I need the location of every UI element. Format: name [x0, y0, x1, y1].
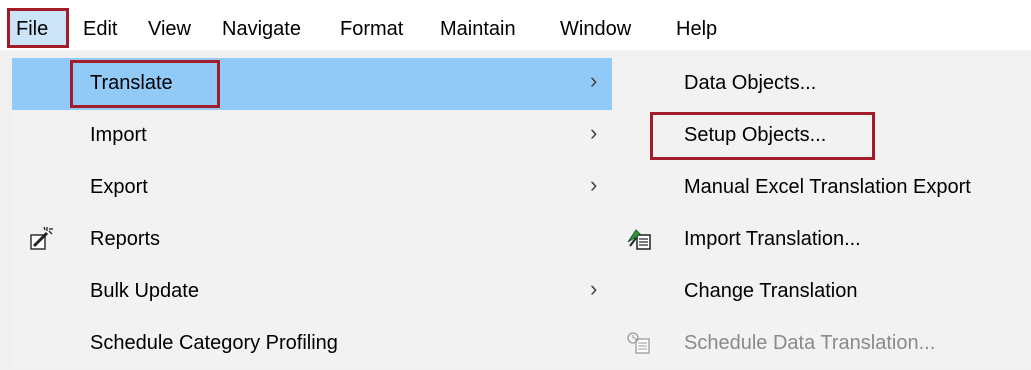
chevron-right-icon: › [590, 276, 598, 301]
menu-navigate[interactable]: Navigate [222, 10, 301, 48]
translate-submenu: Data Objects... Setup Objects... Manual … [612, 58, 1031, 366]
menu-view[interactable]: View [148, 10, 191, 48]
submenu-item-import-translation[interactable]: Import Translation... [612, 214, 1031, 266]
import-translation-label: Import Translation... [684, 228, 861, 250]
submenu-item-schedule-data-translation[interactable]: Schedule Data Translation... [612, 318, 1031, 370]
schedule-category-profiling-label: Schedule Category Profiling [90, 332, 338, 354]
file-menu-item-bulk-update[interactable]: Bulk Update › [12, 266, 612, 318]
export-label: Export [90, 176, 148, 198]
data-objects-label: Data Objects... [684, 72, 817, 94]
menu-file[interactable]: File [16, 10, 48, 48]
menu-bar: File Edit View Navigate Format Maintain … [0, 0, 1031, 50]
file-menu-item-import[interactable]: Import › [12, 110, 612, 162]
schedule-translation-icon [627, 332, 650, 354]
setup-objects-callout-box [650, 112, 875, 160]
reports-label: Reports [90, 228, 161, 250]
file-menu-item-reports[interactable]: Reports [12, 214, 612, 266]
schedule-data-translation-label: Schedule Data Translation... [684, 332, 936, 354]
menu-format[interactable]: Format [340, 10, 403, 48]
chevron-right-icon: › [590, 120, 598, 145]
wand-icon [30, 226, 53, 250]
submenu-item-manual-excel-translation-export[interactable]: Manual Excel Translation Export [612, 162, 1031, 214]
manual-excel-translation-export-label: Manual Excel Translation Export [684, 176, 971, 198]
translate-callout-box [70, 60, 220, 108]
file-menu-item-export[interactable]: Export › [12, 162, 612, 214]
file-menu-item-schedule-category-profiling[interactable]: Schedule Category Profiling [12, 318, 612, 370]
bulk-update-label: Bulk Update [90, 280, 199, 302]
menu-help[interactable]: Help [676, 10, 717, 48]
import-label: Import [90, 124, 147, 146]
file-dropdown-menu: Translate › Import › Export › Reports Bu… [12, 58, 612, 366]
menu-edit[interactable]: Edit [83, 10, 117, 48]
chevron-right-icon: › [590, 68, 598, 93]
submenu-item-change-translation[interactable]: Change Translation [612, 266, 1031, 318]
menu-window[interactable]: Window [560, 10, 631, 48]
submenu-item-data-objects[interactable]: Data Objects... [612, 58, 1031, 110]
menu-maintain[interactable]: Maintain [440, 10, 516, 48]
import-translation-icon [627, 229, 651, 250]
change-translation-label: Change Translation [684, 280, 858, 302]
chevron-right-icon: › [590, 172, 598, 197]
